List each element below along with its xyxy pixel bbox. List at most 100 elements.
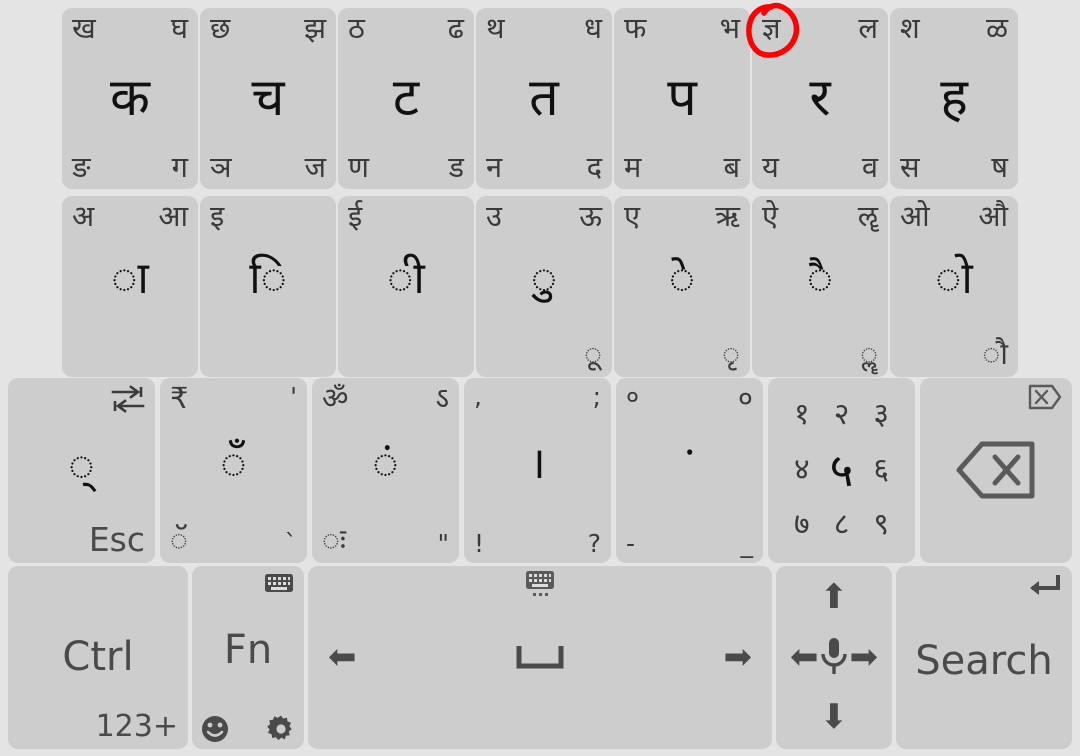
key-label-doublequote: ": [437, 529, 450, 558]
key-label-top-left: फ: [624, 11, 647, 45]
key-label-avagraha: ऽ: [435, 381, 449, 415]
key-label-center-matra: ि: [249, 252, 287, 304]
key-label-center-matra: ा: [111, 252, 149, 304]
key-label-center-abbrev: ॱ: [682, 438, 697, 490]
arrow-left-icon[interactable]: ⬅: [328, 637, 357, 677]
tab-icon: [111, 384, 145, 414]
key-label-center: प: [667, 68, 697, 128]
consonant-key-ra[interactable]: ज्ञ ल र य व: [752, 8, 888, 188]
key-label-backtick: `: [284, 529, 298, 558]
key-label-top-left: श: [900, 11, 920, 45]
vowel-key-u[interactable]: उ ऊ ु ू: [476, 196, 612, 376]
devanagari-keyboard: ख घ क ङ ग छ झ च ञ ज ठ ढ ट ण ड थ ध त न द …: [0, 0, 1080, 756]
numeral-grid: १ २ ३ ४ ५ ६ ७ ८ ९: [782, 388, 901, 552]
key-label-hyphen: -: [626, 529, 636, 558]
key-label-semicolon: ;: [592, 382, 601, 411]
key-label-bottom-right: ृ: [722, 337, 740, 372]
key-label-top-right: ऋ: [715, 199, 740, 233]
backspace-key[interactable]: [920, 378, 1072, 562]
consonant-key-ca[interactable]: छ झ च ञ ज: [200, 8, 336, 188]
key-label-center-chandrabindu: ँ: [220, 438, 247, 490]
key-label-top-left: ऐ: [762, 199, 779, 233]
om-anusvara-key[interactable]: ॐ ऽ ं ः ": [312, 378, 459, 562]
vowel-key-ii[interactable]: ई ी: [338, 196, 474, 376]
key-label-esc: Esc: [88, 520, 145, 559]
fn-key[interactable]: Fn: [192, 566, 304, 748]
rupee-chandrabindu-key[interactable]: ₹ ' ँ ॅ `: [160, 378, 307, 562]
numeral-6: ६: [873, 451, 889, 487]
key-label-bottom-right: ब: [723, 150, 740, 184]
mic-icon[interactable]: [818, 636, 850, 678]
key-label-bottom-right: व: [861, 150, 878, 184]
consonant-key-ha[interactable]: श ळ ह स ष: [890, 8, 1018, 188]
key-label-gya-conjunct: ज्ञ: [762, 11, 781, 45]
arrow-right-icon[interactable]: ➡: [724, 637, 753, 677]
key-label-bottom-left: म: [624, 150, 642, 184]
key-label-top-left: ठ: [348, 11, 365, 45]
vowel-key-aa[interactable]: अ आ ा: [62, 196, 198, 376]
key-label-bottom-right: ॣ: [860, 337, 878, 372]
consonant-key-ta[interactable]: थ ध त न द: [476, 8, 612, 188]
dpad-mic-key[interactable]: ⬆ ⬅ ➡ ⬇: [776, 566, 892, 748]
consonant-key-pa[interactable]: फ भ प म ब: [614, 8, 750, 188]
key-label-bottom-left-candra: ॅ: [170, 523, 188, 558]
key-label-center-matra: ो: [935, 252, 973, 304]
devanagari-numerals-key[interactable]: १ २ ३ ४ ५ ६ ७ ८ ९: [768, 378, 915, 562]
vowel-key-e[interactable]: ए ऋ े ृ: [614, 196, 750, 376]
numeric-layout-label: 123+: [95, 709, 178, 744]
space-key[interactable]: ⬅ ➡: [308, 566, 772, 748]
key-label-bottom-right: ड: [448, 150, 464, 184]
key-label-bottom-right: द: [586, 150, 602, 184]
esc-key[interactable]: ् Esc: [8, 378, 155, 562]
key-label-center-anusvara: ं: [372, 438, 399, 490]
key-label-top-right: औ: [978, 199, 1008, 233]
ctrl-key[interactable]: Ctrl 123+: [8, 566, 188, 748]
keyboard-switch-icon: [525, 570, 555, 598]
key-label-bottom-left: ञ: [210, 150, 232, 184]
key-label-center-matra: ी: [387, 252, 425, 304]
key-label-top-left: अ: [72, 199, 95, 233]
gear-icon: [266, 714, 296, 744]
key-label-top-right: ढ: [447, 11, 464, 45]
key-label-apostrophe: ': [290, 382, 297, 411]
arrow-right-icon[interactable]: ➡: [850, 640, 879, 674]
arrow-down-icon[interactable]: ⬇: [820, 700, 849, 734]
arrow-up-icon[interactable]: ⬆: [820, 580, 849, 614]
key-label-top-right: ल: [858, 11, 878, 45]
key-label-bottom-left: ण: [348, 150, 369, 184]
key-label-comma: ,: [474, 382, 482, 411]
danda-punctuation-key[interactable]: , ; । ! ?: [464, 378, 611, 562]
emoji-icon: [200, 714, 230, 744]
key-label-center-matra: ु: [530, 252, 558, 304]
key-label-underscore: _: [740, 529, 754, 558]
key-label-bottom-left: स: [900, 150, 920, 184]
key-label-top-left: ए: [624, 199, 641, 233]
vowel-key-ai[interactable]: ऐ ॡ ै ॣ: [752, 196, 888, 376]
consonant-key-tta[interactable]: ठ ढ ट ण ड: [338, 8, 474, 188]
delete-forward-icon: [1028, 384, 1062, 410]
key-label-center-matra: ै: [806, 252, 834, 304]
consonant-key-ka[interactable]: ख घ क ङ ग: [62, 8, 198, 188]
om-icon: ॐ: [322, 381, 349, 415]
key-label-center: र: [809, 68, 831, 128]
key-label-bottom-right: ष: [991, 150, 1008, 184]
key-label-top-right: ऊ: [579, 199, 602, 233]
key-label-bottom-right: ज: [304, 150, 326, 184]
key-label-zero-left: ०: [626, 382, 640, 411]
search-key[interactable]: Search: [896, 566, 1072, 748]
zero-hyphen-key[interactable]: ० ० ॱ - _: [616, 378, 763, 562]
numeral-8: ८: [833, 506, 850, 542]
key-label-top-right: ध: [584, 11, 602, 45]
key-label-exclamation: !: [474, 529, 485, 558]
vowel-key-i[interactable]: इ ि: [200, 196, 336, 376]
key-label-center: ह: [940, 68, 968, 128]
key-label-question: ?: [587, 529, 601, 558]
dpad: ⬆ ⬅ ➡ ⬇: [776, 566, 892, 748]
vowel-key-o[interactable]: ओ औ ो ौ: [890, 196, 1018, 376]
arrow-left-icon[interactable]: ⬅: [790, 640, 819, 674]
key-label-center: च: [251, 68, 285, 128]
key-label-bottom-right: ग: [171, 150, 188, 184]
keyboard-icon: [264, 572, 294, 594]
key-label-top-right: झ: [304, 11, 326, 45]
key-label-center: क: [110, 68, 150, 128]
